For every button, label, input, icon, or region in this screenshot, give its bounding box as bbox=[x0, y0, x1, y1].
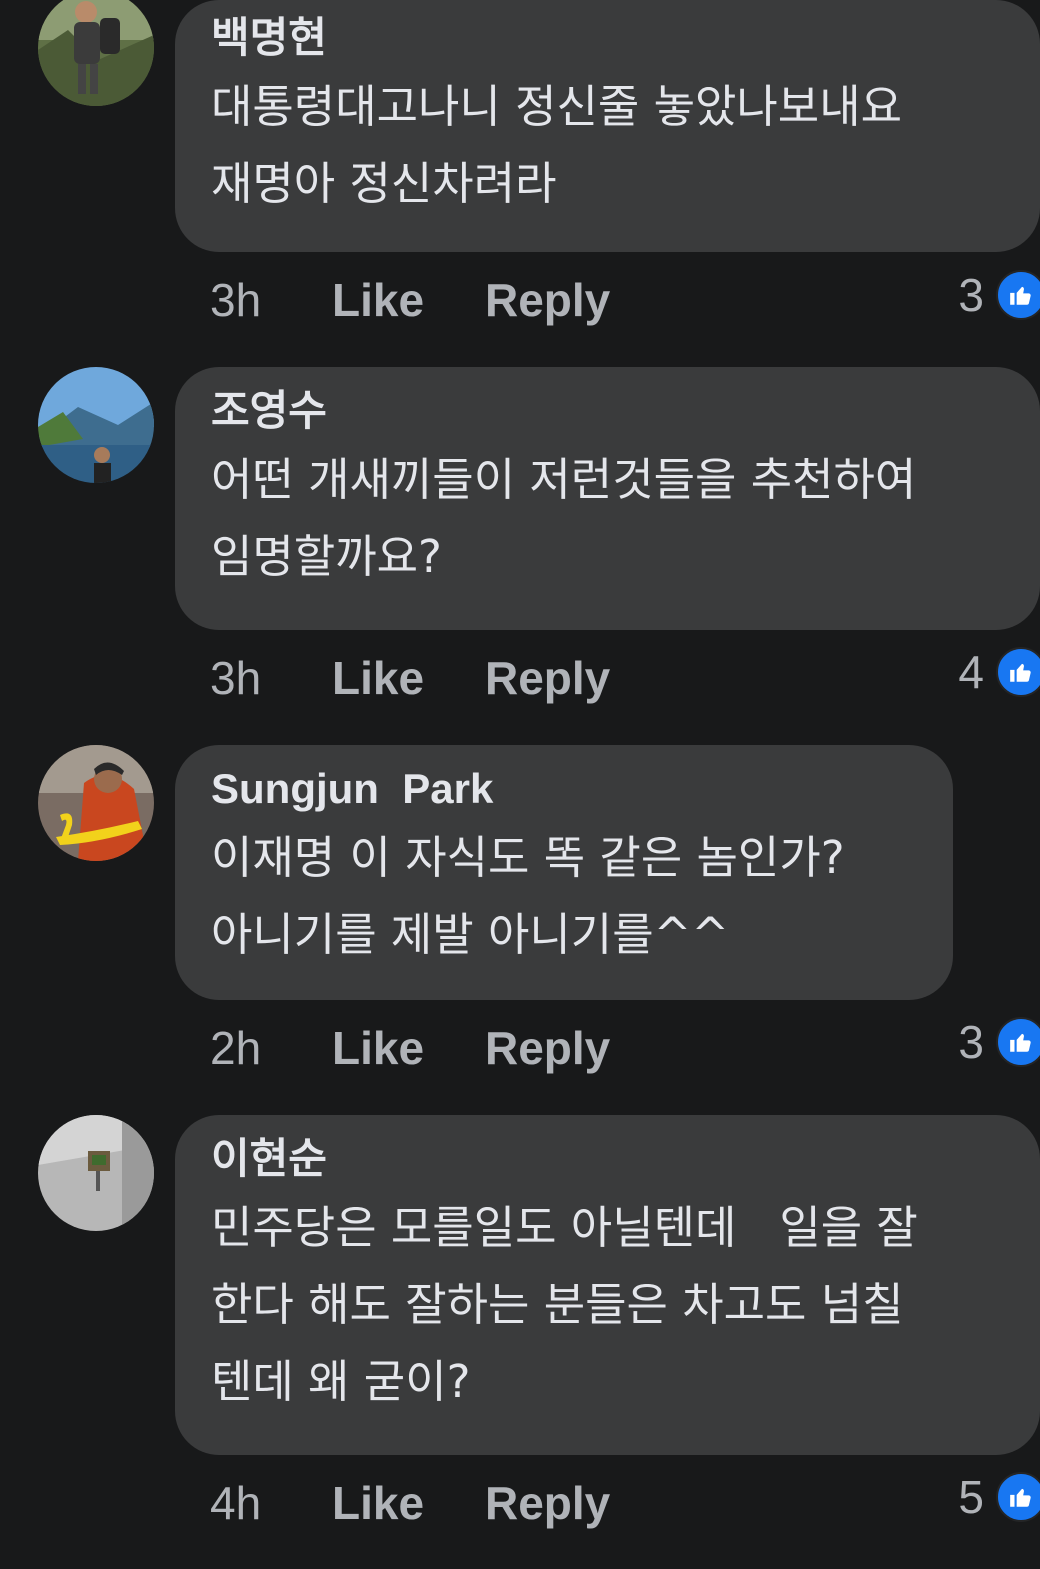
comment-bubble: Sungjun Park 이재명 이 자식도 똑 같은 놈인가? 아니기를 제발… bbox=[175, 745, 953, 1000]
comment-author[interactable]: 백명현 bbox=[211, 8, 1004, 68]
reaction-count: 4 bbox=[958, 646, 984, 698]
comment-text-line: 재명아 정신차려라 bbox=[211, 157, 557, 210]
thumbs-up-icon bbox=[996, 270, 1040, 320]
thumbs-up-icon bbox=[996, 1472, 1040, 1522]
thumbs-up-icon bbox=[996, 1017, 1040, 1067]
reply-button[interactable]: Reply bbox=[485, 1476, 610, 1530]
comment-text-line: 대통령대고나니 정신줄 놓았나보내요 bbox=[211, 80, 903, 133]
reaction-summary[interactable]: 5 bbox=[958, 1467, 1040, 1527]
comment-text-line: 임명할까요? bbox=[211, 530, 442, 583]
comment-author[interactable]: Sungjun Park bbox=[211, 759, 917, 819]
avatar[interactable] bbox=[38, 0, 154, 106]
like-button[interactable]: Like bbox=[332, 273, 485, 327]
comment-text-line: 이재명 이 자식도 똑 같은 놈인가? bbox=[211, 831, 845, 884]
comment-text-line: 어떤 개새끼들이 저런것들을 추천하여 bbox=[211, 453, 917, 506]
reply-button[interactable]: Reply bbox=[485, 1021, 610, 1075]
comment-author[interactable]: 이현순 bbox=[211, 1129, 1004, 1189]
avatar[interactable] bbox=[38, 1115, 154, 1231]
comment-text-line: 텐데 왜 굳이? bbox=[211, 1355, 471, 1408]
comment-timestamp[interactable]: 2h bbox=[210, 1021, 332, 1075]
avatar[interactable] bbox=[38, 745, 154, 861]
reply-button[interactable]: Reply bbox=[485, 273, 610, 327]
comment-text-line: 아니기를 제발 아니기를^^ bbox=[211, 908, 730, 961]
reaction-summary[interactable]: 3 bbox=[958, 265, 1040, 325]
comment-timestamp[interactable]: 4h bbox=[210, 1476, 332, 1530]
thumbs-up-icon bbox=[996, 647, 1040, 697]
comment-bubble: 조영수 어떤 개새끼들이 저런것들을 추천하여 임명할까요? bbox=[175, 367, 1040, 630]
like-button[interactable]: Like bbox=[332, 651, 485, 705]
comment-actions: 4h Like Reply bbox=[210, 1473, 610, 1533]
reaction-summary[interactable]: 3 bbox=[958, 1012, 1040, 1072]
comment-actions: 3h Like Reply bbox=[210, 270, 610, 330]
like-button[interactable]: Like bbox=[332, 1021, 485, 1075]
comment-timestamp[interactable]: 3h bbox=[210, 651, 332, 705]
reaction-count: 3 bbox=[958, 269, 984, 321]
reply-button[interactable]: Reply bbox=[485, 651, 610, 705]
comment-actions: 3h Like Reply bbox=[210, 648, 610, 708]
comment-bubble: 백명현 대통령대고나니 정신줄 놓았나보내요 재명아 정신차려라 bbox=[175, 0, 1040, 252]
reaction-summary[interactable]: 4 bbox=[958, 642, 1040, 702]
comment-text-line: 한다 해도 잘하는 분들은 차고도 넘칠 bbox=[211, 1278, 904, 1331]
like-button[interactable]: Like bbox=[332, 1476, 485, 1530]
comment-timestamp[interactable]: 3h bbox=[210, 273, 332, 327]
comment-bubble: 이현순 민주당은 모를일도 아닐텐데 일을 잘 한다 해도 잘하는 분들은 차고… bbox=[175, 1115, 1040, 1455]
comment-text-line: 민주당은 모를일도 아닐텐데 일을 잘 bbox=[211, 1201, 918, 1254]
avatar[interactable] bbox=[38, 367, 154, 483]
reaction-count: 3 bbox=[958, 1016, 984, 1068]
comment-actions: 2h Like Reply bbox=[210, 1018, 610, 1078]
reaction-count: 5 bbox=[958, 1471, 984, 1523]
comment-author[interactable]: 조영수 bbox=[211, 381, 1004, 441]
